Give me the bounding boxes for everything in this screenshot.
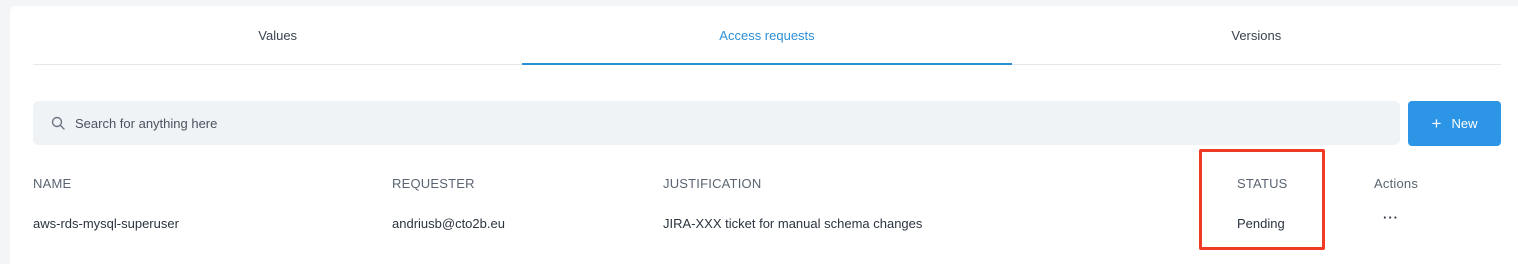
column-header-requester[interactable]: REQUESTER <box>392 176 475 191</box>
new-button-label: New <box>1451 116 1478 131</box>
column-header-name[interactable]: NAME <box>33 176 71 191</box>
plus-icon: + <box>1431 114 1442 133</box>
tab-versions[interactable]: Versions <box>1012 6 1501 64</box>
tab-access-requests[interactable]: Access requests <box>522 6 1012 65</box>
main-panel: Values Access requests Versions + New NA… <box>10 6 1518 264</box>
new-button[interactable]: + New <box>1408 101 1501 146</box>
tab-bar: Values Access requests Versions <box>33 6 1501 65</box>
cell-requester: andriusb@cto2b.eu <box>392 216 505 231</box>
cell-justification: JIRA-XXX ticket for manual schema change… <box>663 216 923 231</box>
tab-values[interactable]: Values <box>33 6 522 64</box>
row-actions-menu-icon[interactable]: ··· <box>1383 210 1399 225</box>
search-input[interactable] <box>75 103 1375 143</box>
column-header-actions: Actions <box>1374 176 1419 191</box>
search-bar[interactable] <box>33 101 1400 145</box>
column-header-justification[interactable]: JUSTIFICATION <box>663 176 761 191</box>
search-icon <box>51 116 65 130</box>
cell-name: aws-rds-mysql-superuser <box>33 216 179 231</box>
status-highlight-box <box>1199 149 1325 250</box>
